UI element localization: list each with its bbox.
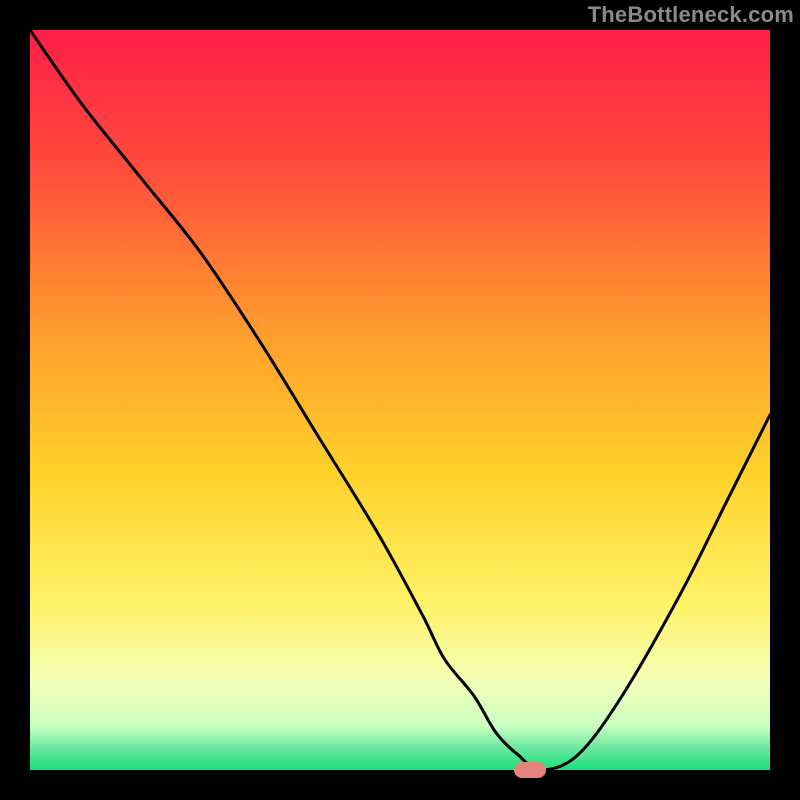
chart-frame: TheBottleneck.com [0,0,800,800]
plot-area [30,30,770,770]
watermark-text: TheBottleneck.com [588,2,794,28]
plot-svg [30,30,770,770]
optimum-marker [514,762,546,778]
gradient-background [30,30,770,770]
